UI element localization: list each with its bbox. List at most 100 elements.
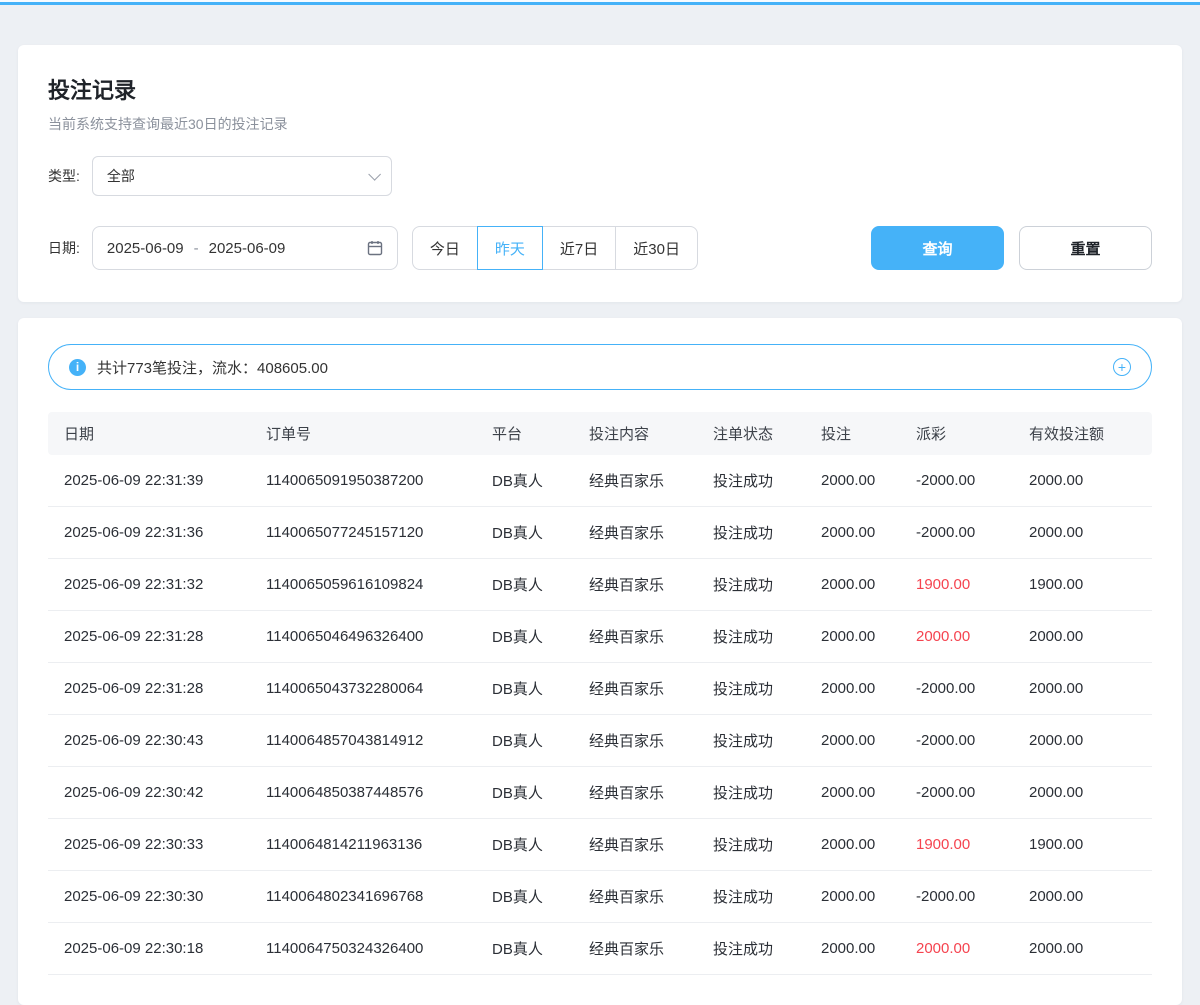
table-cell: 投注成功 bbox=[705, 871, 813, 923]
table-cell: 经典百家乐 bbox=[581, 871, 705, 923]
table-cell: 2000.00 bbox=[813, 923, 908, 975]
calendar-icon bbox=[367, 240, 383, 256]
table-cell: DB真人 bbox=[484, 611, 581, 663]
table-cell: 2000.00 bbox=[1021, 663, 1152, 715]
table-cell: 投注成功 bbox=[705, 819, 813, 871]
table-cell: DB真人 bbox=[484, 819, 581, 871]
table-cell: 2025-06-09 22:31:39 bbox=[48, 455, 258, 507]
filter-actions: 查询 重置 bbox=[871, 226, 1152, 270]
table-cell: 2000.00 bbox=[1021, 923, 1152, 975]
summary-text: 共计773笔投注，流水：408605.00 bbox=[97, 357, 328, 378]
table-row: 2025-06-09 22:31:361140065077245157120DB… bbox=[48, 507, 1152, 559]
table-cell: 2025-06-09 22:31:28 bbox=[48, 663, 258, 715]
table-cell: 2000.00 bbox=[813, 611, 908, 663]
table-cell: 2025-06-09 22:30:33 bbox=[48, 819, 258, 871]
column-header: 订单号 bbox=[258, 412, 484, 455]
reset-button[interactable]: 重置 bbox=[1019, 226, 1152, 270]
table-cell: 2000.00 bbox=[1021, 455, 1152, 507]
table-cell: -2000.00 bbox=[908, 715, 1021, 767]
table-cell: 2000.00 bbox=[813, 663, 908, 715]
date-filter-row: 日期: 2025-06-09 - 2025-06-09 今日昨天近7日近30日 … bbox=[48, 226, 1152, 270]
table-cell: 1140064814211963136 bbox=[258, 819, 484, 871]
table-cell: 2025-06-09 22:31:36 bbox=[48, 507, 258, 559]
table-cell: -2000.00 bbox=[908, 455, 1021, 507]
page-title: 投注记录 bbox=[48, 73, 1152, 105]
table-cell: 2025-06-09 22:30:30 bbox=[48, 871, 258, 923]
table-row: 2025-06-09 22:30:431140064857043814912DB… bbox=[48, 715, 1152, 767]
table-cell: 2025-06-09 22:30:42 bbox=[48, 767, 258, 819]
table-cell: 投注成功 bbox=[705, 559, 813, 611]
table-header-row: 日期订单号平台投注内容注单状态投注派彩有效投注额 bbox=[48, 412, 1152, 455]
table-cell: -2000.00 bbox=[908, 663, 1021, 715]
table-row: 2025-06-09 22:31:281140065046496326400DB… bbox=[48, 611, 1152, 663]
table-cell: 经典百家乐 bbox=[581, 611, 705, 663]
table-cell: DB真人 bbox=[484, 715, 581, 767]
table-cell: DB真人 bbox=[484, 507, 581, 559]
column-header: 有效投注额 bbox=[1021, 412, 1152, 455]
table-cell: 经典百家乐 bbox=[581, 663, 705, 715]
table-cell: 投注成功 bbox=[705, 715, 813, 767]
table-cell: -2000.00 bbox=[908, 871, 1021, 923]
date-range-picker[interactable]: 2025-06-09 - 2025-06-09 bbox=[92, 226, 398, 270]
filter-card: 投注记录 当前系统支持查询最近30日的投注记录 类型: 全部 日期: 2025-… bbox=[18, 45, 1182, 302]
table-cell: 1140065077245157120 bbox=[258, 507, 484, 559]
table-row: 2025-06-09 22:31:281140065043732280064DB… bbox=[48, 663, 1152, 715]
table-cell: 投注成功 bbox=[705, 663, 813, 715]
table-cell: 2025-06-09 22:30:43 bbox=[48, 715, 258, 767]
page-container: 投注记录 当前系统支持查询最近30日的投注记录 类型: 全部 日期: 2025-… bbox=[0, 5, 1200, 1005]
table-row: 2025-06-09 22:30:421140064850387448576DB… bbox=[48, 767, 1152, 819]
table-cell: 经典百家乐 bbox=[581, 923, 705, 975]
table-cell: 1140064850387448576 bbox=[258, 767, 484, 819]
table-cell: 1900.00 bbox=[1021, 819, 1152, 871]
records-table: 日期订单号平台投注内容注单状态投注派彩有效投注额 2025-06-09 22:3… bbox=[48, 412, 1152, 975]
table-cell: 2000.00 bbox=[813, 819, 908, 871]
table-cell: 2000.00 bbox=[813, 871, 908, 923]
plus-circle-icon[interactable]: + bbox=[1113, 358, 1131, 376]
table-cell: 1900.00 bbox=[908, 819, 1021, 871]
table-cell: 2000.00 bbox=[1021, 611, 1152, 663]
date-separator: - bbox=[194, 240, 199, 257]
table-cell: 2000.00 bbox=[1021, 871, 1152, 923]
table-cell: 1140065043732280064 bbox=[258, 663, 484, 715]
table-cell: 2000.00 bbox=[813, 559, 908, 611]
table-cell: -2000.00 bbox=[908, 507, 1021, 559]
table-cell: 投注成功 bbox=[705, 767, 813, 819]
column-header: 投注 bbox=[813, 412, 908, 455]
table-cell: 2000.00 bbox=[908, 611, 1021, 663]
table-cell: 经典百家乐 bbox=[581, 715, 705, 767]
table-cell: 1140065046496326400 bbox=[258, 611, 484, 663]
table-cell: 经典百家乐 bbox=[581, 767, 705, 819]
table-row: 2025-06-09 22:30:181140064750324326400DB… bbox=[48, 923, 1152, 975]
quick-range-button[interactable]: 昨天 bbox=[477, 226, 543, 270]
column-header: 平台 bbox=[484, 412, 581, 455]
search-button[interactable]: 查询 bbox=[871, 226, 1004, 270]
table-cell: 2025-06-09 22:30:18 bbox=[48, 923, 258, 975]
table-cell: 2000.00 bbox=[1021, 507, 1152, 559]
table-cell: 2000.00 bbox=[1021, 767, 1152, 819]
table-cell: 1140064802341696768 bbox=[258, 871, 484, 923]
table-cell: 投注成功 bbox=[705, 611, 813, 663]
summary-banner: i 共计773笔投注，流水：408605.00 + bbox=[48, 344, 1152, 390]
table-cell: DB真人 bbox=[484, 559, 581, 611]
table-cell: 投注成功 bbox=[705, 455, 813, 507]
table-cell: DB真人 bbox=[484, 663, 581, 715]
table-cell: 2000.00 bbox=[813, 715, 908, 767]
type-select[interactable]: 全部 bbox=[92, 156, 392, 196]
table-cell: DB真人 bbox=[484, 871, 581, 923]
table-cell: 经典百家乐 bbox=[581, 507, 705, 559]
table-cell: 投注成功 bbox=[705, 507, 813, 559]
table-cell: 2000.00 bbox=[813, 455, 908, 507]
table-row: 2025-06-09 22:30:301140064802341696768DB… bbox=[48, 871, 1152, 923]
table-cell: 经典百家乐 bbox=[581, 819, 705, 871]
quick-range-button[interactable]: 近30日 bbox=[615, 226, 698, 270]
type-select-value: 全部 bbox=[107, 166, 135, 186]
table-cell: 1140064857043814912 bbox=[258, 715, 484, 767]
table-cell: 2000.00 bbox=[1021, 715, 1152, 767]
date-start-value: 2025-06-09 bbox=[107, 240, 184, 257]
quick-range-button[interactable]: 今日 bbox=[412, 226, 478, 270]
table-cell: -2000.00 bbox=[908, 767, 1021, 819]
quick-range-button[interactable]: 近7日 bbox=[542, 226, 616, 270]
table-row: 2025-06-09 22:30:331140064814211963136DB… bbox=[48, 819, 1152, 871]
table-cell: 经典百家乐 bbox=[581, 455, 705, 507]
column-header: 投注内容 bbox=[581, 412, 705, 455]
